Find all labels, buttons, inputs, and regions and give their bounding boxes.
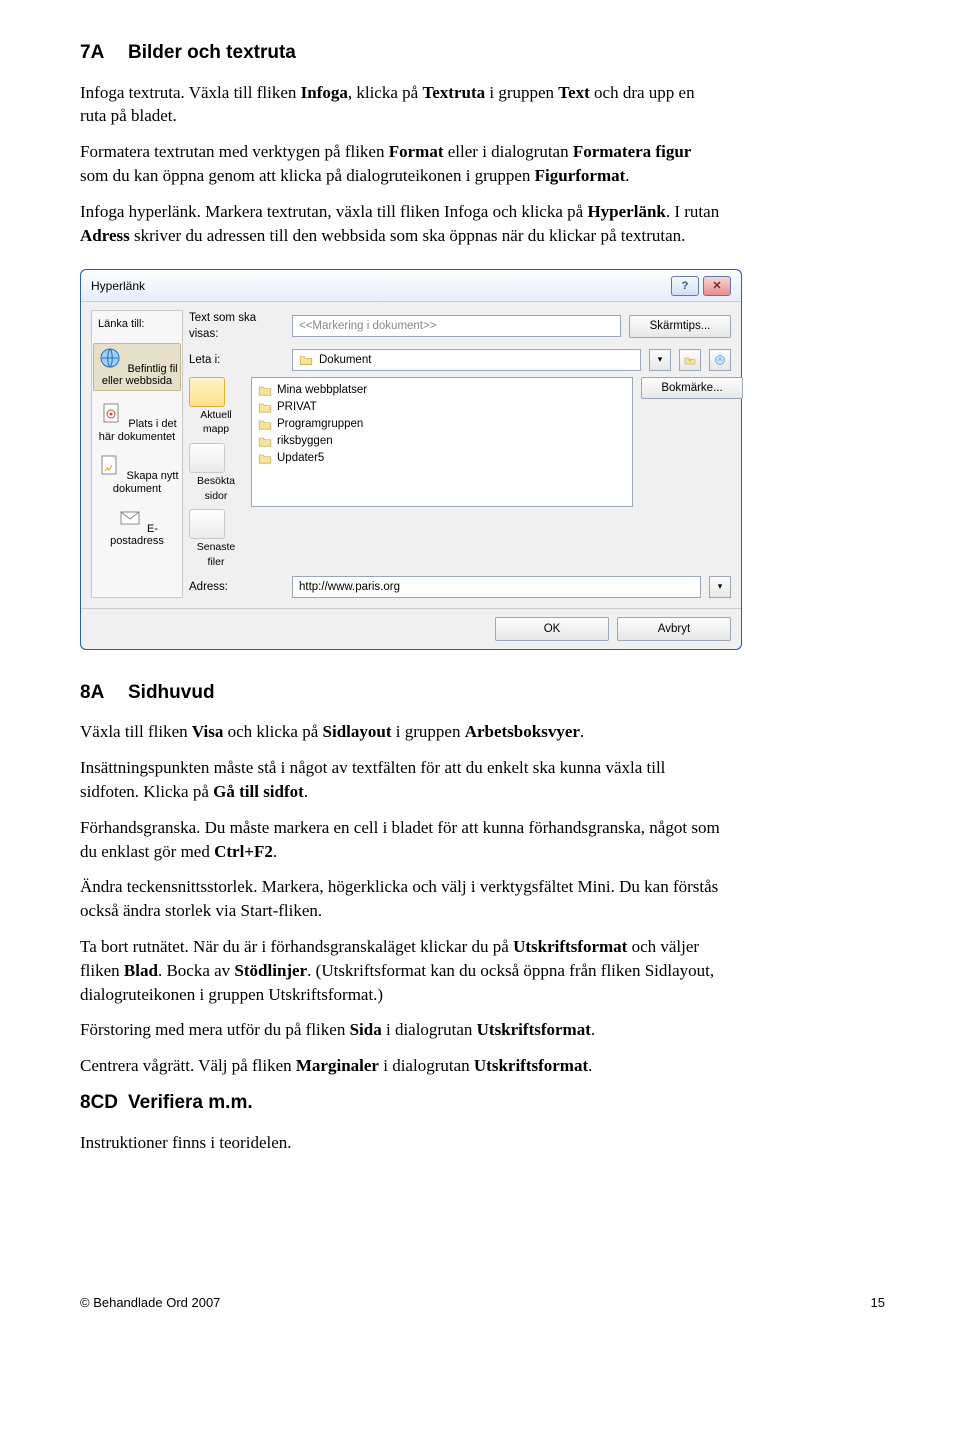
list-item[interactable]: Updater5 xyxy=(258,450,626,467)
heading-index: 8A xyxy=(80,680,128,707)
para-8a-7: Centrera vågrätt. Välj på fliken Margina… xyxy=(80,1054,720,1078)
heading-text: Sidhuvud xyxy=(128,682,215,703)
para-8a-5: Ta bort rutnätet. När du är i förhandsgr… xyxy=(80,935,720,1006)
help-button[interactable]: ? xyxy=(671,276,699,296)
close-button[interactable]: ✕ xyxy=(703,276,731,296)
file-list[interactable]: Mina webbplatser PRIVAT Programgruppen r… xyxy=(251,377,633,507)
heading-text: Bilder och textruta xyxy=(128,42,296,63)
para-8a-1: Växla till fliken Visa och klicka på Sid… xyxy=(80,720,720,744)
hyperlink-dialog: Hyperlänk ? ✕ Länka till: Befintlig fil … xyxy=(80,269,742,649)
browse-web-icon[interactable] xyxy=(709,349,731,371)
para-8cd-1: Instruktioner finns i teoridelen. xyxy=(80,1131,720,1155)
footer-copyright: © Behandlade Ord 2007 xyxy=(80,1294,220,1312)
link-option-new[interactable]: Skapa nytt dokument xyxy=(94,453,180,495)
link-option-place[interactable]: Plats i det här dokumentet xyxy=(94,401,180,443)
link-option-existing[interactable]: Befintlig fil eller webbsida xyxy=(93,343,181,391)
dialog-title-text: Hyperlänk xyxy=(91,278,145,295)
email-icon xyxy=(116,506,144,530)
cancel-button[interactable]: Avbryt xyxy=(617,617,731,641)
folder-icon xyxy=(258,452,272,465)
list-item[interactable]: Programgruppen xyxy=(258,416,626,433)
address-label: Adress: xyxy=(189,579,284,595)
para-7a-1: Infoga textruta. Växla till fliken Infog… xyxy=(80,81,720,129)
bookmark-button[interactable]: Bokmärke... xyxy=(641,377,743,399)
dialog-titlebar: Hyperlänk ? ✕ xyxy=(81,270,741,302)
dropdown-icon[interactable]: ▾ xyxy=(649,349,671,371)
nav-browsed-pages[interactable]: Besökta sidor xyxy=(189,443,243,503)
heading-index: 7A xyxy=(80,40,128,67)
up-folder-icon[interactable] xyxy=(679,349,701,371)
heading-7a: 7ABilder och textruta xyxy=(80,40,720,67)
para-8a-6: Förstoring med mera utför du på fliken S… xyxy=(80,1018,720,1042)
para-8a-4: Ändra teckensnittsstorlek. Markera, höge… xyxy=(80,875,720,923)
folder-icon xyxy=(258,401,272,414)
heading-index: 8CD xyxy=(80,1090,128,1117)
list-item[interactable]: riksbyggen xyxy=(258,433,626,450)
heading-8cd: 8CDVerifiera m.m. xyxy=(80,1090,720,1117)
dropdown-icon[interactable]: ▾ xyxy=(709,576,731,598)
screentip-button[interactable]: Skärmtips... xyxy=(629,315,731,337)
nav-recent-files[interactable]: Senaste filer xyxy=(189,509,243,569)
para-7a-2: Formatera textrutan med verktygen på fli… xyxy=(80,140,720,188)
para-8a-2: Insättningspunkten måste stå i något av … xyxy=(80,756,720,804)
text-to-display-field[interactable]: <<Markering i dokument>> xyxy=(292,315,621,337)
list-item[interactable]: Mina webbplatser xyxy=(258,382,626,399)
heading-8a: 8ASidhuvud xyxy=(80,680,720,707)
page-footer: © Behandlade Ord 2007 15 xyxy=(80,1294,885,1312)
para-8a-3: Förhandsgranska. Du måste markera en cel… xyxy=(80,816,720,864)
heading-text: Verifiera m.m. xyxy=(128,1092,253,1113)
browse-nav: Aktuell mapp Besökta sidor Senaste filer xyxy=(189,377,243,570)
look-in-label: Leta i: xyxy=(189,352,284,368)
link-to-label: Länka till: xyxy=(94,317,144,332)
link-to-panel: Länka till: Befintlig fil eller webbsida… xyxy=(91,310,183,597)
link-option-email[interactable]: E-postadress xyxy=(94,506,180,548)
folder-icon xyxy=(258,418,272,431)
footer-page-number: 15 xyxy=(871,1294,885,1312)
folder-icon xyxy=(258,435,272,448)
folder-icon xyxy=(299,354,313,366)
document-target-icon xyxy=(97,401,125,425)
para-7a-3: Infoga hyperlänk. Markera textrutan, väx… xyxy=(80,200,720,248)
text-to-display-label: Text som ska visas: xyxy=(189,310,284,342)
new-document-icon xyxy=(95,453,123,477)
globe-icon xyxy=(96,346,124,370)
folder-icon xyxy=(258,384,272,397)
look-in-field[interactable]: Dokument xyxy=(292,349,641,371)
ok-button[interactable]: OK xyxy=(495,617,609,641)
nav-current-folder[interactable]: Aktuell mapp xyxy=(189,377,243,437)
address-field[interactable]: http://www.paris.org xyxy=(292,576,701,598)
list-item[interactable]: PRIVAT xyxy=(258,399,626,416)
